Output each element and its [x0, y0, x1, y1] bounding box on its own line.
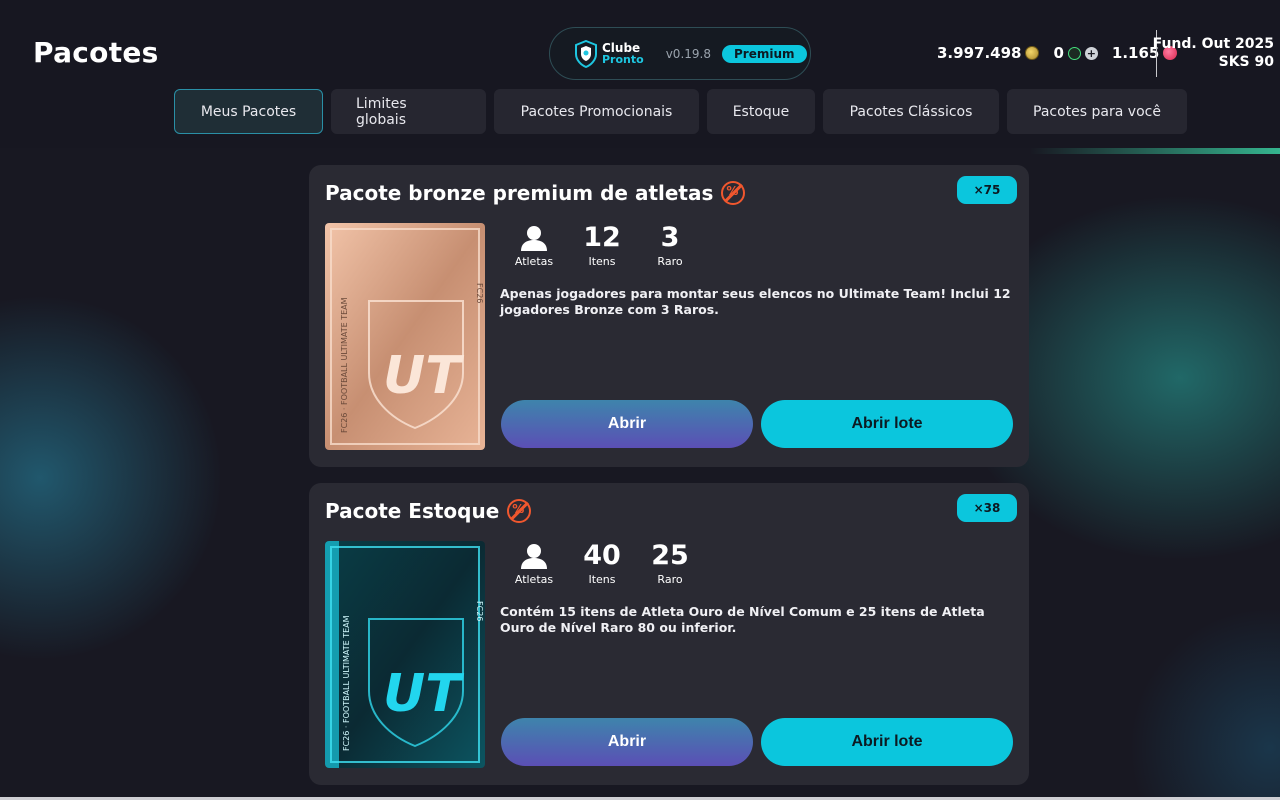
open-batch-button[interactable]: Abrir lote: [761, 718, 1013, 766]
open-pack-button[interactable]: Abrir: [501, 400, 753, 448]
season-line-1: Fund. Out 2025: [1152, 36, 1274, 52]
version-label: v0.19.8: [665, 46, 711, 61]
stat-label: Itens: [588, 255, 616, 268]
tab-bar: Meus Pacotes Limites globais Pacotes Pro…: [174, 89, 1187, 134]
pack-title-row: Pacote Estoque: [325, 499, 532, 523]
header: Pacotes Clube Pronto v0.19.8 Premium 3.9…: [0, 0, 1280, 148]
season-line-2: SKS 90: [1218, 54, 1274, 70]
green-shield-icon: [1067, 46, 1081, 60]
gold-coin-icon: [1025, 46, 1040, 60]
tab-estoque[interactable]: Estoque: [707, 89, 815, 134]
tab-pacotes-classicos[interactable]: Pacotes Clássicos: [823, 89, 999, 134]
pack-corner-text: FC26: [475, 283, 484, 303]
stat-value: 12: [583, 222, 621, 253]
tab-meus-pacotes[interactable]: Meus Pacotes: [174, 89, 323, 134]
pack-count-badge: ×38: [957, 494, 1017, 522]
shield-logo-icon: [575, 39, 597, 68]
person-icon: [521, 544, 547, 569]
brand-name-2: Pronto: [602, 52, 644, 66]
pack-stats: Atletas 40 Itens 25 Raro: [500, 540, 704, 587]
pack-title: Pacote bronze premium de atletas: [325, 181, 714, 205]
plus-icon[interactable]: +: [1084, 46, 1098, 60]
pack-title: Pacote Estoque: [325, 499, 500, 523]
stat-atletas: Atletas: [500, 223, 568, 268]
pack-side-text: FC26 · FOOTBALL ULTIMATE TEAM: [340, 297, 349, 433]
points-value: 0: [1053, 44, 1064, 62]
stat-itens: 12 Itens: [568, 222, 636, 269]
pack-description: Apenas jogadores para montar seus elenco…: [500, 286, 1011, 317]
stat-label: Atletas: [514, 255, 554, 268]
pack-description: Contém 15 itens de Atleta Ouro de Nível …: [500, 604, 985, 635]
pack-image[interactable]: UT FC26 · FOOTBALL ULTIMATE TEAM FC26: [325, 223, 485, 450]
brand-logo: Clube Pronto: [574, 39, 644, 68]
person-icon: [521, 226, 547, 251]
pack-stats: Atletas 12 Itens 3 Raro: [500, 222, 704, 269]
pack-logo-text: UT: [383, 346, 464, 406]
pack-side-text: FC26 · FOOTBALL ULTIMATE TEAM: [342, 615, 351, 751]
stat-label: Raro: [657, 573, 683, 586]
stat-label: Atletas: [514, 573, 554, 586]
tab-pacotes-promocionais[interactable]: Pacotes Promocionais: [494, 89, 699, 134]
untradeable-icon: [721, 181, 746, 205]
stat-label: Raro: [657, 255, 683, 268]
open-pack-button[interactable]: Abrir: [501, 718, 753, 766]
pack-card: Pacote bronze premium de atletas ×75 UT …: [309, 165, 1029, 467]
premium-badge: Premium: [721, 44, 807, 63]
stat-raro: 25 Raro: [636, 540, 704, 587]
tab-pacotes-para-voce[interactable]: Pacotes para você: [1007, 89, 1187, 134]
stat-atletas: Atletas: [500, 541, 568, 586]
brand-name-1: Clube: [602, 40, 641, 55]
pack-logo-text: UT: [383, 664, 464, 724]
pack-image[interactable]: UT FC26 · FOOTBALL ULTIMATE TEAM FC26: [325, 541, 485, 768]
pack-card: Pacote Estoque ×38 UT FC26 · FOOTBALL UL…: [309, 483, 1029, 785]
open-batch-button[interactable]: Abrir lote: [761, 400, 1013, 448]
stat-value: 25: [651, 540, 689, 571]
brand-pill: Clube Pronto v0.19.8 Premium: [549, 27, 811, 80]
pack-title-row: Pacote bronze premium de atletas: [325, 181, 746, 205]
stat-raro: 3 Raro: [636, 222, 704, 269]
stat-value: 40: [583, 540, 621, 571]
stat-itens: 40 Itens: [568, 540, 636, 587]
pack-corner-text: FC26: [475, 601, 484, 621]
untradeable-icon: [507, 499, 532, 523]
stat-value: 3: [660, 222, 680, 253]
pack-count-badge: ×75: [957, 176, 1017, 204]
coins-value: 3.997.498: [937, 44, 1022, 62]
season-info: Fund. Out 2025 SKS 90: [1153, 35, 1274, 71]
page-title: Pacotes: [33, 36, 159, 69]
background-glow: [1030, 148, 1280, 154]
tab-limites-globais[interactable]: Limites globais: [331, 89, 486, 134]
stat-label: Itens: [588, 573, 616, 586]
currency-bar: 3.997.498 0 + 1.165: [937, 44, 1178, 62]
